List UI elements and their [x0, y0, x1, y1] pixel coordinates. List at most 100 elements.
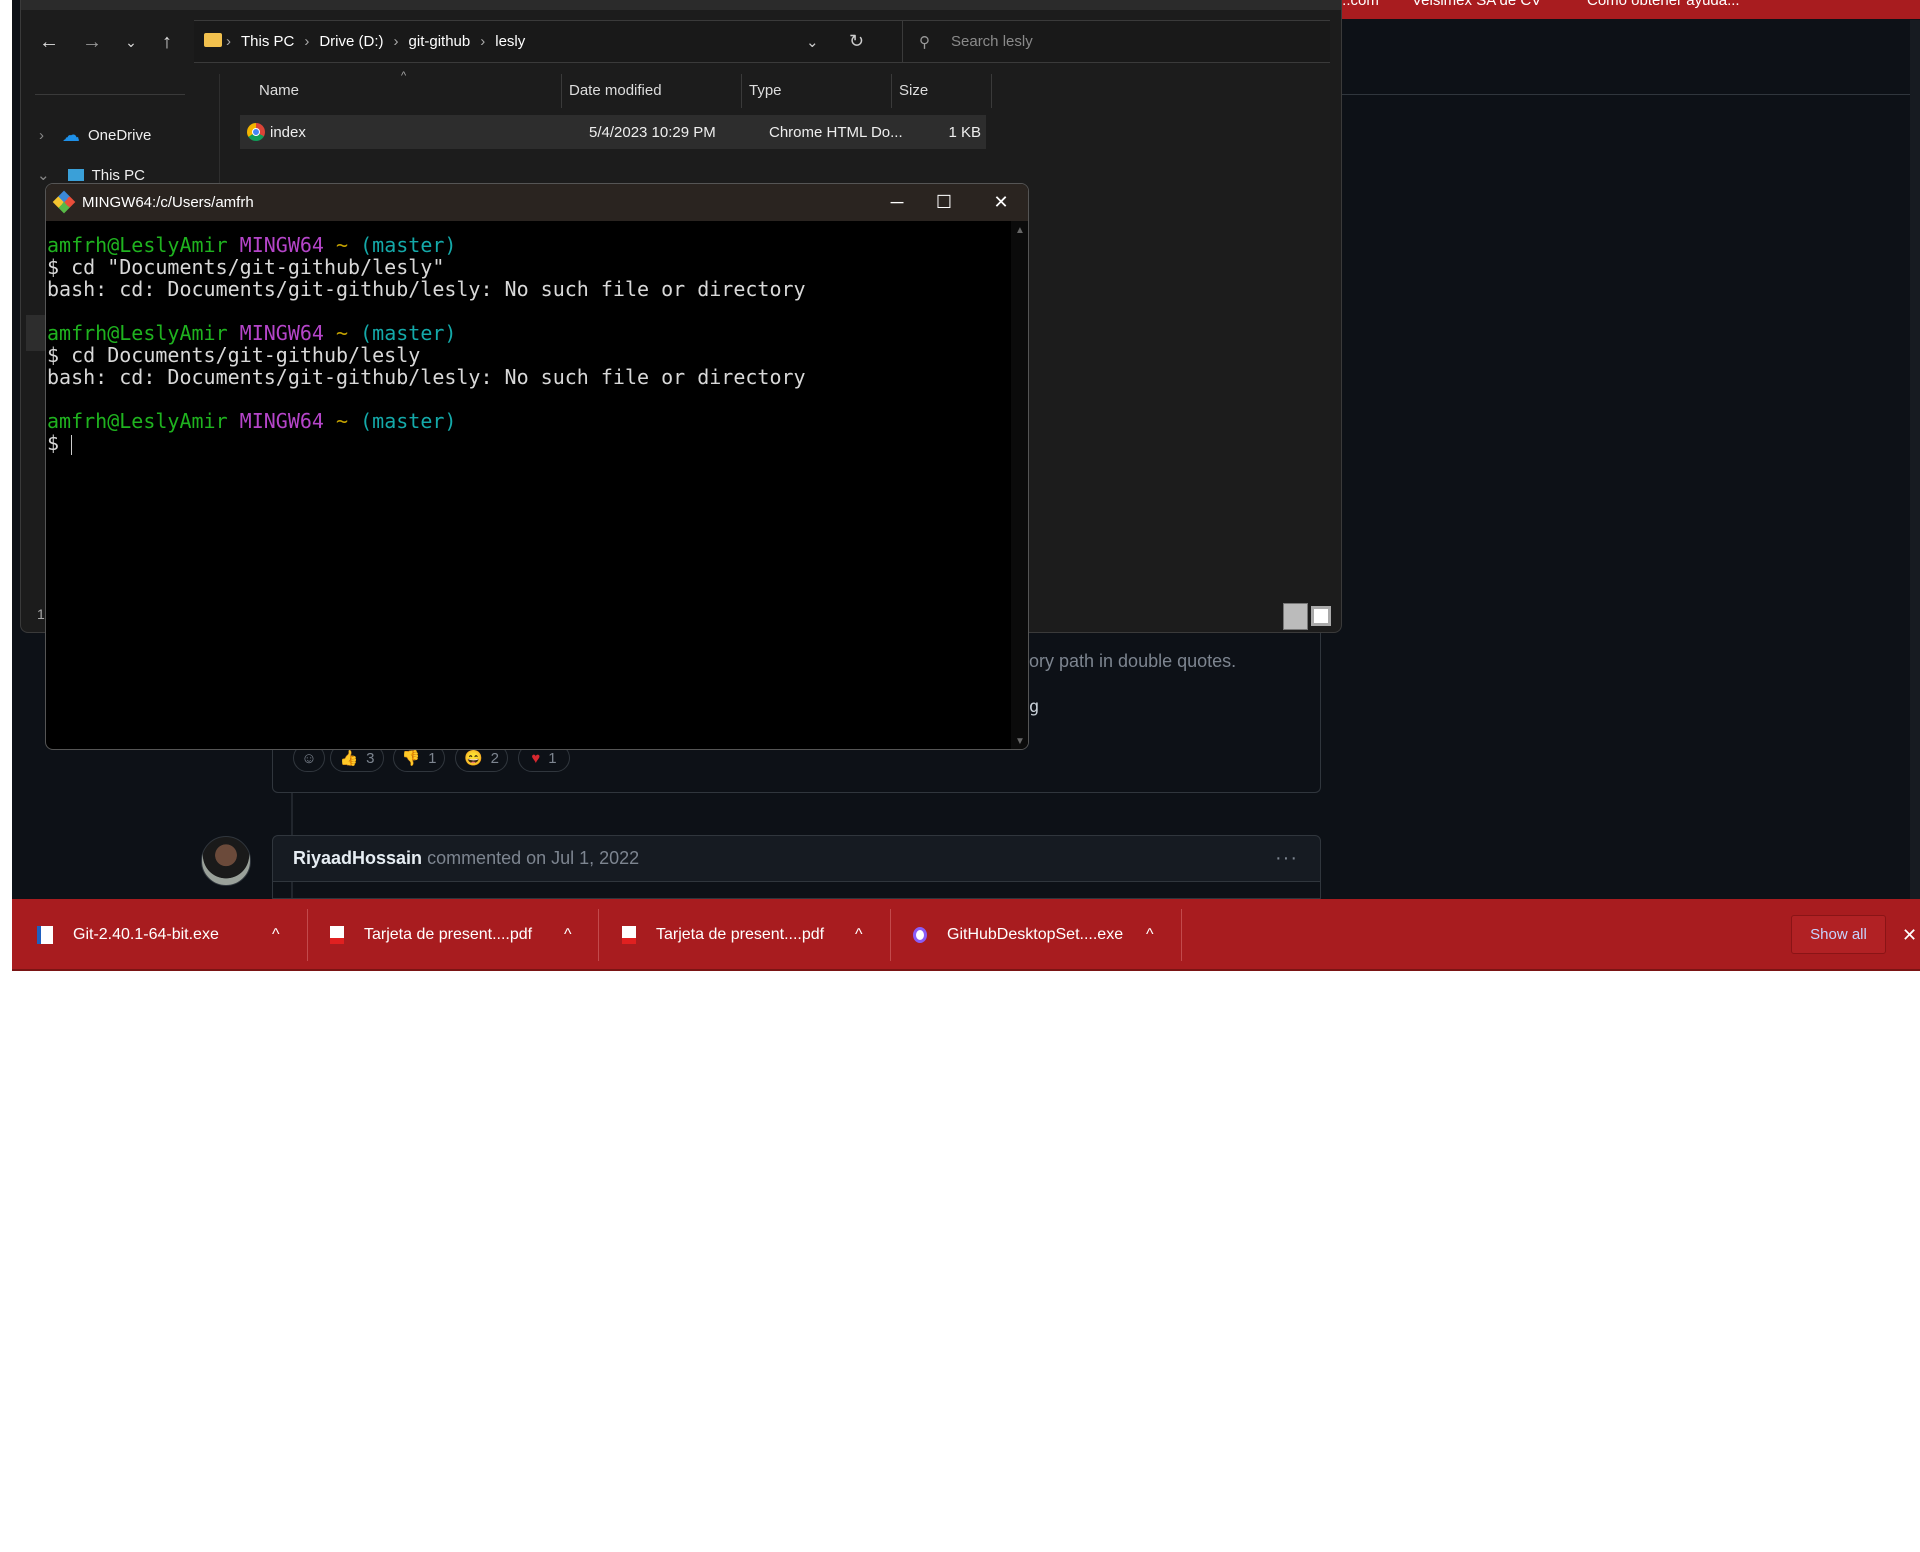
reaction-count: 2 — [490, 749, 500, 767]
breadcrumb-separator: › — [393, 33, 399, 50]
sidebar-item-label: OneDrive — [88, 127, 152, 144]
comment-body — [272, 882, 1321, 899]
heart-icon: ♥ — [531, 749, 541, 767]
file-row[interactable]: index 5/4/2023 10:29 PM Chrome HTML Do..… — [240, 115, 986, 149]
bookmark[interactable]: Velsimex SA de CV — [1412, 0, 1541, 9]
bookmarks-bar: ...com Velsimex SA de CV Como obtener ay… — [1342, 0, 1920, 19]
breadcrumb-item[interactable]: This PC — [241, 33, 294, 50]
bookmark[interactable]: ...com — [1342, 0, 1379, 9]
column-separator[interactable] — [991, 74, 992, 108]
close-button[interactable]: ✕ — [972, 184, 1028, 221]
prompt-branch: (master) — [360, 321, 457, 345]
avatar[interactable] — [201, 836, 251, 886]
prompt-dir: ~ — [336, 233, 349, 257]
prompt-line: amfrh@LeslyAmir MINGW64 ~ (master) — [47, 322, 806, 344]
divider — [1342, 94, 1912, 95]
github-desktop-icon — [913, 927, 927, 943]
back-arrow-icon[interactable]: ← — [35, 28, 63, 56]
up-arrow-icon[interactable]: ↑ — [153, 28, 181, 56]
prompt-branch: (master) — [360, 233, 457, 257]
download-name: Git-2.40.1-64-bit.exe — [73, 926, 219, 943]
refresh-icon[interactable]: ↻ — [849, 31, 864, 52]
comment-author[interactable]: RiyaadHossain — [293, 848, 422, 869]
prompt-user: amfrh@LeslyAmir — [47, 321, 228, 345]
divider — [307, 909, 308, 961]
chevron-up-icon[interactable]: ^ — [855, 899, 863, 971]
cloud-icon: ☁ — [62, 125, 80, 145]
chevron-up-icon[interactable]: ^ — [1146, 899, 1154, 971]
folder-icon — [204, 33, 222, 47]
terminal-title: MINGW64:/c/Users/amfrh — [82, 194, 254, 211]
divider — [1181, 909, 1182, 961]
comment-code: g — [1029, 697, 1040, 717]
show-all-button[interactable]: Show all — [1791, 915, 1886, 954]
large-icons-view-icon[interactable] — [1311, 606, 1331, 626]
status-item-count: 1 — [37, 606, 45, 622]
terminal-window[interactable]: MINGW64:/c/Users/amfrh ─ ☐ ✕ amfrh@Lesly… — [45, 183, 1029, 750]
scroll-up-icon[interactable]: ▲ — [1015, 225, 1025, 236]
thumbs-up-icon: 👍 — [339, 750, 359, 767]
installer-icon — [37, 926, 53, 944]
column-header-date[interactable]: Date modified — [569, 82, 662, 99]
details-view-icon[interactable] — [1283, 603, 1308, 630]
forward-arrow-icon[interactable]: → — [78, 28, 106, 56]
address-bar[interactable]: › This PC › Drive (D:) › git-github › lesly… — [194, 20, 909, 63]
download-item[interactable]: Tarjeta de present....pdf — [622, 899, 824, 971]
column-separator[interactable] — [561, 74, 562, 108]
terminal-titlebar[interactable]: MINGW64:/c/Users/amfrh ─ ☐ ✕ — [46, 184, 1028, 221]
input-line[interactable]: $ — [47, 432, 806, 455]
thumbs-down-icon: 👎 — [401, 750, 421, 767]
download-item[interactable]: GitHubDesktopSet....exe — [913, 899, 1123, 971]
downloads-bar: Git-2.40.1-64-bit.exe ^ Tarjeta de prese… — [12, 899, 1920, 971]
column-separator[interactable] — [891, 74, 892, 108]
search-input[interactable]: ⚲ Search lesly — [902, 20, 1330, 63]
sidebar-item-label: This PC — [91, 166, 145, 184]
recent-chevron-icon[interactable]: ⌄ — [117, 28, 145, 56]
more-options-icon[interactable]: ··· — [1275, 847, 1298, 870]
terminal-output[interactable]: amfrh@LeslyAmir MINGW64 ~ (master) $ cd "… — [47, 234, 806, 455]
maximize-button[interactable]: ☐ — [915, 184, 973, 221]
command-line: $ cd "Documents/git-github/lesly" — [47, 255, 445, 279]
column-header-size[interactable]: Size — [899, 82, 928, 99]
breadcrumb-separator: › — [304, 33, 310, 50]
close-icon[interactable]: ✕ — [1902, 899, 1917, 971]
breadcrumb-item[interactable]: lesly — [495, 33, 525, 50]
breadcrumb-item[interactable]: Drive (D:) — [319, 33, 383, 50]
prompt-system: MINGW64 — [239, 409, 324, 433]
chevron-up-icon[interactable]: ^ — [272, 899, 280, 971]
download-name: GitHubDesktopSet....exe — [947, 926, 1124, 943]
download-item[interactable]: Git-2.40.1-64-bit.exe — [37, 899, 219, 971]
reaction-count: 1 — [428, 749, 437, 767]
chevron-up-icon[interactable]: ^ — [564, 899, 572, 971]
download-item[interactable]: Tarjeta de present....pdf — [330, 899, 532, 971]
reaction-count: 1 — [548, 749, 557, 767]
prompt-user: amfrh@LeslyAmir — [47, 233, 228, 257]
comment-header: RiyaadHossain commented on Jul 1, 2022 ·… — [272, 835, 1321, 882]
download-name: Tarjeta de present....pdf — [364, 926, 533, 943]
prompt-line: amfrh@LeslyAmir MINGW64 ~ (master) — [47, 234, 806, 256]
scroll-down-icon[interactable]: ▼ — [1015, 736, 1025, 747]
breadcrumb-separator: › — [226, 33, 231, 50]
sidebar-selection — [26, 315, 46, 351]
sidebar-item-onedrive[interactable]: › ☁ OneDrive — [39, 125, 151, 146]
chevron-down-icon[interactable]: ⌄ — [806, 33, 819, 51]
file-name: index — [270, 123, 306, 141]
chevron-right-icon: › — [39, 127, 44, 144]
pdf-icon — [330, 926, 344, 944]
sidebar-item-this-pc[interactable]: ⌄ This PC — [37, 166, 145, 185]
column-header-name[interactable]: Name — [259, 82, 299, 99]
column-separator[interactable] — [741, 74, 742, 108]
file-date: 5/4/2023 10:29 PM — [589, 123, 716, 141]
download-name: Tarjeta de present....pdf — [656, 926, 825, 943]
bookmark[interactable]: Como obtener ayuda... — [1587, 0, 1740, 9]
column-header-type[interactable]: Type — [749, 82, 782, 99]
terminal-scrollbar[interactable]: ▲ ▼ — [1011, 221, 1028, 749]
laugh-icon: 😄 — [463, 750, 483, 767]
breadcrumb-separator: › — [480, 33, 486, 50]
breadcrumb-item[interactable]: git-github — [409, 33, 471, 50]
page-scrollbar[interactable] — [1910, 20, 1920, 899]
comment-meta[interactable]: commented on Jul 1, 2022 — [427, 848, 639, 869]
text-cursor — [71, 434, 73, 455]
pdf-icon — [622, 926, 636, 944]
git-bash-icon — [52, 190, 76, 214]
